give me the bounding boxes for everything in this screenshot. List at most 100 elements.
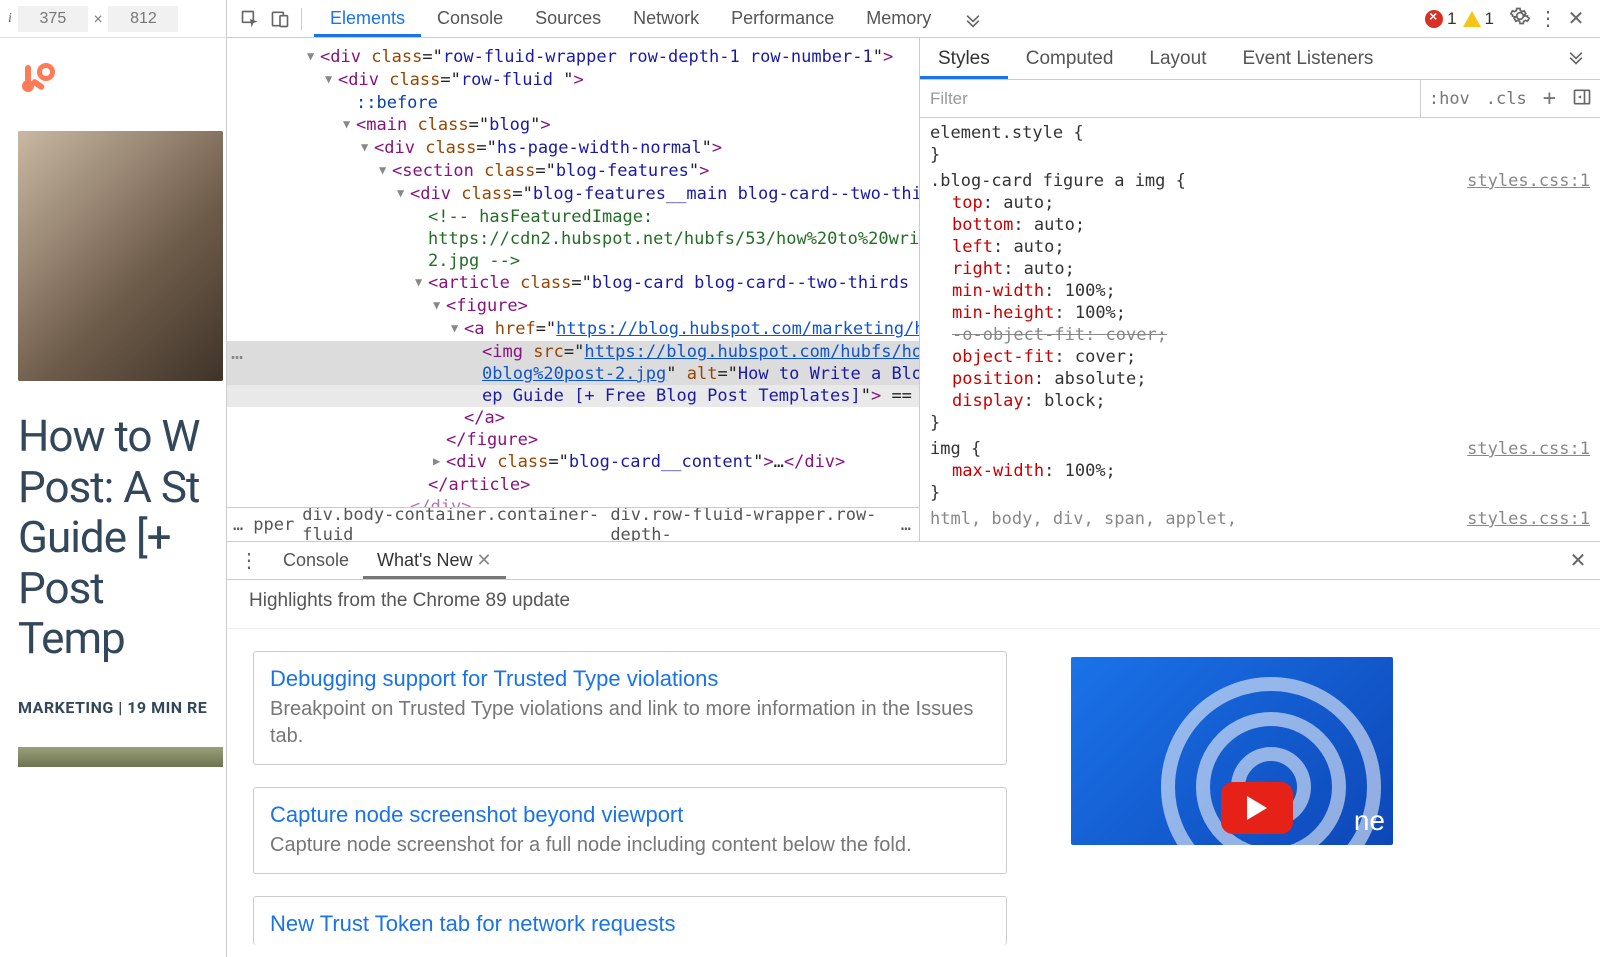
expand-toggle-icon[interactable]: ▼ — [343, 113, 355, 135]
tab-memory[interactable]: Memory — [850, 0, 947, 37]
close-tab-icon[interactable]: ✕ — [477, 550, 492, 571]
source-link[interactable]: styles.css:1 — [1467, 438, 1590, 460]
css-declaration[interactable]: -o-object-fit: cover; — [930, 324, 1590, 346]
close-devtools-icon[interactable]: ✕ — [1562, 6, 1590, 31]
dom-node[interactable]: ▶<div class="blog-card__content">…</div> — [227, 451, 919, 474]
css-rule[interactable]: styles.css:1html, body, div, span, apple… — [930, 508, 1590, 530]
expand-toggle-icon[interactable]: ▼ — [451, 317, 463, 339]
styles-filter-input[interactable] — [920, 80, 1421, 117]
drawer-tab-whats-new[interactable]: What's New ✕ — [363, 542, 506, 579]
css-declaration[interactable]: right: auto; — [930, 258, 1590, 280]
tab-network[interactable]: Network — [617, 0, 715, 37]
viewport-height-input[interactable] — [108, 6, 178, 32]
dom-node[interactable]: ▼<div class="row-fluid "> — [227, 69, 919, 92]
drawer-more-icon[interactable]: ⋮ — [235, 548, 263, 573]
whats-new-card[interactable]: Capture node screenshot beyond viewport … — [253, 787, 1007, 874]
dom-node[interactable]: ep Guide [+ Free Blog Post Templates]"> … — [227, 385, 919, 407]
info-icon: i — [8, 11, 12, 27]
dom-breadcrumbs[interactable]: … pper div.body-container.container-flui… — [227, 507, 919, 541]
css-declaration[interactable]: bottom: auto; — [930, 214, 1590, 236]
tab-overflow-icon[interactable] — [947, 0, 999, 37]
dom-node[interactable]: ▼<main class="blog"> — [227, 114, 919, 137]
warning-badge[interactable]: 1 — [1463, 9, 1494, 29]
css-declaration[interactable]: position: absolute; — [930, 368, 1590, 390]
tab-styles[interactable]: Styles — [920, 38, 1008, 79]
tab-console[interactable]: Console — [421, 0, 519, 37]
css-declaration[interactable]: left: auto; — [930, 236, 1590, 258]
close-drawer-icon[interactable]: ✕ — [1564, 548, 1592, 573]
expand-toggle-icon[interactable]: ▼ — [379, 159, 391, 181]
css-rule[interactable]: styles.css:1img {max-width: 100%;} — [930, 438, 1590, 504]
css-declaration[interactable]: top: auto; — [930, 192, 1590, 214]
dom-node[interactable]: 0blog%20post-2.jpg" alt="How to Write a … — [227, 363, 919, 385]
tab-elements[interactable]: Elements — [314, 0, 421, 37]
expand-toggle-icon[interactable]: ▼ — [397, 182, 409, 204]
card-desc: Capture node screenshot for a full node … — [270, 832, 990, 859]
tab-sources[interactable]: Sources — [519, 0, 617, 37]
toggle-hov[interactable]: :hov — [1421, 89, 1478, 109]
dom-node[interactable]: </article> — [227, 474, 919, 496]
expand-toggle-icon[interactable]: ▼ — [415, 271, 427, 293]
css-rule[interactable]: styles.css:1.blog-card figure a img {top… — [930, 170, 1590, 434]
dom-node[interactable]: https://cdn2.hubspot.net/hubfs/53/how%20… — [227, 228, 919, 250]
breadcrumb-left-ellipsis[interactable]: … — [233, 515, 245, 535]
issue-counters[interactable]: × 1 1 — [1425, 9, 1494, 29]
dom-node[interactable]: ▼<section class="blog-features"> — [227, 160, 919, 183]
tab-layout[interactable]: Layout — [1131, 38, 1224, 79]
video-label: ne — [1354, 805, 1385, 837]
expand-toggle-icon[interactable]: ▼ — [433, 294, 445, 316]
styles-rules[interactable]: element.style {}styles.css:1.blog-card f… — [920, 118, 1600, 541]
dom-node[interactable]: ::before — [227, 92, 919, 114]
dimension-separator: × — [94, 9, 103, 28]
dom-node[interactable]: ▼<div class="blog-features__main blog-ca… — [227, 183, 919, 206]
dom-node[interactable]: </figure> — [227, 429, 919, 451]
breadcrumb-item[interactable]: div.row-fluid-wrapper.row-depth- — [610, 507, 892, 541]
css-declaration[interactable]: object-fit: cover; — [930, 346, 1590, 368]
whats-new-video-thumbnail[interactable]: ne — [1071, 657, 1393, 845]
new-style-rule-icon[interactable]: + — [1535, 86, 1564, 111]
dom-node[interactable]: <!-- hasFeaturedImage: — [227, 206, 919, 228]
dom-node[interactable]: </a> — [227, 407, 919, 429]
dom-node[interactable]: </div> — [227, 496, 919, 507]
expand-toggle-icon[interactable]: ▼ — [307, 45, 319, 67]
tab-performance[interactable]: Performance — [715, 0, 850, 37]
play-icon[interactable] — [1221, 782, 1293, 834]
breadcrumb-item[interactable]: div.body-container.container-fluid — [302, 507, 602, 541]
styles-panel: Styles Computed Layout Event Listeners :… — [920, 38, 1600, 541]
expand-toggle-icon[interactable]: ▶ — [433, 450, 445, 472]
error-badge[interactable]: × 1 — [1425, 9, 1456, 29]
settings-gear-icon[interactable] — [1506, 6, 1534, 32]
dom-node[interactable]: ▼<div class="hs-page-width-normal"> — [227, 137, 919, 160]
dom-node[interactable]: ▼<article class="blog-card blog-card--tw… — [227, 272, 919, 295]
expand-toggle-icon[interactable]: ▼ — [361, 136, 373, 158]
dom-node[interactable]: …<img src="https://blog.hubspot.com/hubf… — [227, 341, 919, 363]
css-declaration[interactable]: min-height: 100%; — [930, 302, 1590, 324]
card-title: New Trust Token tab for network requests — [270, 911, 990, 937]
whats-new-card[interactable]: Debugging support for Trusted Type viola… — [253, 651, 1007, 765]
toggle-sidebar-icon[interactable] — [1564, 87, 1600, 110]
dom-node[interactable]: 2.jpg --> — [227, 250, 919, 272]
dom-node[interactable]: ▼<figure> — [227, 295, 919, 318]
source-link[interactable]: styles.css:1 — [1467, 508, 1590, 530]
whats-new-card[interactable]: New Trust Token tab for network requests — [253, 896, 1007, 945]
inspect-element-icon[interactable] — [235, 4, 265, 34]
tab-event-listeners[interactable]: Event Listeners — [1224, 38, 1391, 79]
dom-node[interactable]: ▼<div class="row-fluid-wrapper row-depth… — [227, 46, 919, 69]
breadcrumb-right-ellipsis[interactable]: … — [901, 515, 913, 535]
css-rule[interactable]: element.style {} — [930, 122, 1590, 166]
drawer-tab-console[interactable]: Console — [269, 542, 363, 579]
css-declaration[interactable]: display: block; — [930, 390, 1590, 412]
toggle-device-toolbar-icon[interactable] — [265, 4, 295, 34]
styles-tabs-overflow-icon[interactable] — [1552, 46, 1600, 72]
more-options-icon[interactable]: ⋮ — [1534, 6, 1562, 31]
dom-node[interactable]: ▼<a href="https://blog.hubspot.com/marke… — [227, 318, 919, 341]
breadcrumb-item[interactable]: pper — [253, 515, 294, 535]
toggle-cls[interactable]: .cls — [1478, 89, 1535, 109]
css-declaration[interactable]: min-width: 100%; — [930, 280, 1590, 302]
dom-tree[interactable]: ▼<div class="row-fluid-wrapper row-depth… — [227, 38, 919, 507]
css-declaration[interactable]: max-width: 100%; — [930, 460, 1590, 482]
viewport-width-input[interactable] — [18, 6, 88, 32]
expand-toggle-icon[interactable]: ▼ — [325, 68, 337, 90]
source-link[interactable]: styles.css:1 — [1467, 170, 1590, 192]
tab-computed[interactable]: Computed — [1008, 38, 1132, 79]
